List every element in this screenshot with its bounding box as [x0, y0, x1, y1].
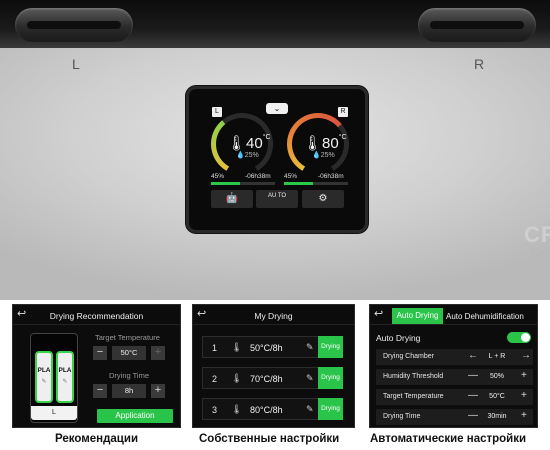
thermometer-icon: 🌡: [231, 342, 243, 352]
edit-icon[interactable]: ✎: [306, 373, 314, 384]
spool-b[interactable]: PLA: [56, 351, 74, 403]
thermometer-icon: 🌡: [231, 373, 243, 383]
left-latch: [15, 8, 133, 42]
right-progress-bar: [284, 182, 348, 185]
application-button[interactable]: Application: [97, 409, 173, 423]
left-humidity: 💧25%: [236, 152, 259, 159]
temp-value: 50°C: [112, 346, 146, 360]
left-progress-fill: [211, 182, 240, 185]
time-plus-button[interactable]: +: [151, 384, 165, 398]
right-progress-fill: [284, 182, 313, 185]
tab-auto-drying[interactable]: Auto Drying: [392, 308, 443, 324]
preset-row[interactable]: 2 🌡 70°C/8h ✎: [202, 367, 322, 389]
target-temp-label: Target Temperature: [95, 333, 160, 342]
left-progress-percent: 45%: [211, 173, 225, 180]
preset-index: 1: [212, 343, 218, 353]
drying-button[interactable]: Drying: [318, 398, 343, 420]
panel-title: Drying Recommendation: [49, 311, 144, 321]
plus-icon[interactable]: +: [521, 390, 527, 401]
right-side-letter: R: [474, 56, 485, 72]
caption-custom-settings: Собственные настройки: [199, 433, 340, 445]
preset-index: 3: [212, 405, 218, 415]
setting-row-chamber: Drying Chamber ← L + R →: [376, 349, 533, 365]
drying-button[interactable]: Drying: [318, 336, 343, 358]
right-humidity: 💧25%: [312, 152, 335, 159]
setting-row-temperature: Target Temperature — 50°C +: [376, 389, 533, 405]
spool-a[interactable]: PLA: [35, 351, 53, 403]
side-label: L: [31, 406, 77, 420]
panel-auto-drying: ↩ Auto Drying Auto Dehumidification Auto…: [369, 304, 538, 428]
edit-icon[interactable]: ✎: [306, 404, 314, 415]
screen-left-tag: L: [212, 107, 222, 117]
drying-time-label: Drying Time: [109, 371, 150, 380]
setting-row-humidity: Humidity Threshold — 50% +: [376, 369, 533, 385]
right-remaining-time: -06h38m: [318, 173, 344, 180]
setting-label: Target Temperature: [383, 393, 444, 400]
caption-recommendations: Рекомендации: [55, 433, 139, 445]
caption-auto-settings: Автоматические настройки: [370, 433, 527, 445]
setting-label: Drying Time: [383, 413, 421, 420]
screen-auto-button[interactable]: AU TO: [256, 190, 298, 208]
left-side-letter: L: [72, 56, 80, 72]
thermometer-icon: 🌡: [231, 404, 243, 414]
left-remaining-time: -06h38m: [245, 173, 271, 180]
tab-auto-dehumidification[interactable]: Auto Dehumidification: [446, 312, 524, 321]
panel-my-drying: ↩ My Drying 1 🌡 50°C/8h ✎ Drying 2 🌡 70°…: [192, 304, 355, 428]
panel-header: ↩ Auto Drying Auto Dehumidification: [370, 305, 537, 325]
back-arrow-icon[interactable]: ↩: [374, 308, 386, 320]
panel-header: ↩ My Drying: [193, 305, 354, 325]
preset-row[interactable]: 3 🌡 80°C/8h ✎: [202, 398, 322, 420]
preset-value: 80°C/8h: [250, 405, 283, 415]
drying-button[interactable]: Drying: [318, 367, 343, 389]
preset-index: 2: [212, 374, 218, 384]
device-photo: L R CR Sp: [0, 0, 550, 300]
time-minus-button[interactable]: −: [93, 384, 107, 398]
setting-value: 30min: [487, 413, 507, 420]
plus-icon[interactable]: +: [521, 410, 527, 421]
setting-label: Drying Chamber: [383, 353, 434, 360]
panel-title: My Drying: [254, 311, 293, 321]
plus-icon[interactable]: +: [521, 370, 527, 381]
setting-value: 50%: [489, 373, 504, 380]
setting-value: L + R: [488, 353, 506, 360]
time-value: 8h: [112, 384, 146, 398]
preset-value: 50°C/8h: [250, 343, 283, 353]
left-progress-bar: [211, 182, 275, 185]
screen-right-tag: R: [338, 107, 348, 117]
panel-drying-recommendation: ↩ Drying Recommendation PLA PLA L Target…: [12, 304, 181, 428]
arrow-right-icon[interactable]: →: [521, 350, 531, 361]
temp-minus-button[interactable]: −: [93, 346, 107, 360]
right-progress-percent: 45%: [284, 173, 298, 180]
edit-icon[interactable]: ✎: [306, 342, 314, 353]
auto-drying-label: Auto Drying: [376, 333, 421, 343]
panel-header: ↩ Drying Recommendation: [13, 305, 180, 325]
chevron-down-icon[interactable]: ⌄: [266, 103, 288, 114]
temp-plus-button[interactable]: +: [151, 346, 165, 360]
screen-settings-button[interactable]: ⚙: [302, 190, 344, 208]
left-temperature: 🌡40°C: [227, 134, 271, 152]
setting-label: Humidity Threshold: [383, 373, 444, 380]
right-latch: [418, 8, 536, 42]
device-preview: PLA PLA L: [30, 333, 78, 423]
screen-robot-button[interactable]: 🤖: [211, 190, 253, 208]
setting-value: 50°C: [489, 393, 505, 400]
preset-value: 70°C/8h: [250, 374, 283, 384]
brand-sub: Sp: [530, 245, 548, 261]
auto-drying-toggle[interactable]: [507, 332, 531, 343]
setting-row-time: Drying Time — 30min +: [376, 409, 533, 425]
right-temperature: 🌡80°C: [303, 134, 347, 152]
preset-row[interactable]: 1 🌡 50°C/8h ✎: [202, 336, 322, 358]
